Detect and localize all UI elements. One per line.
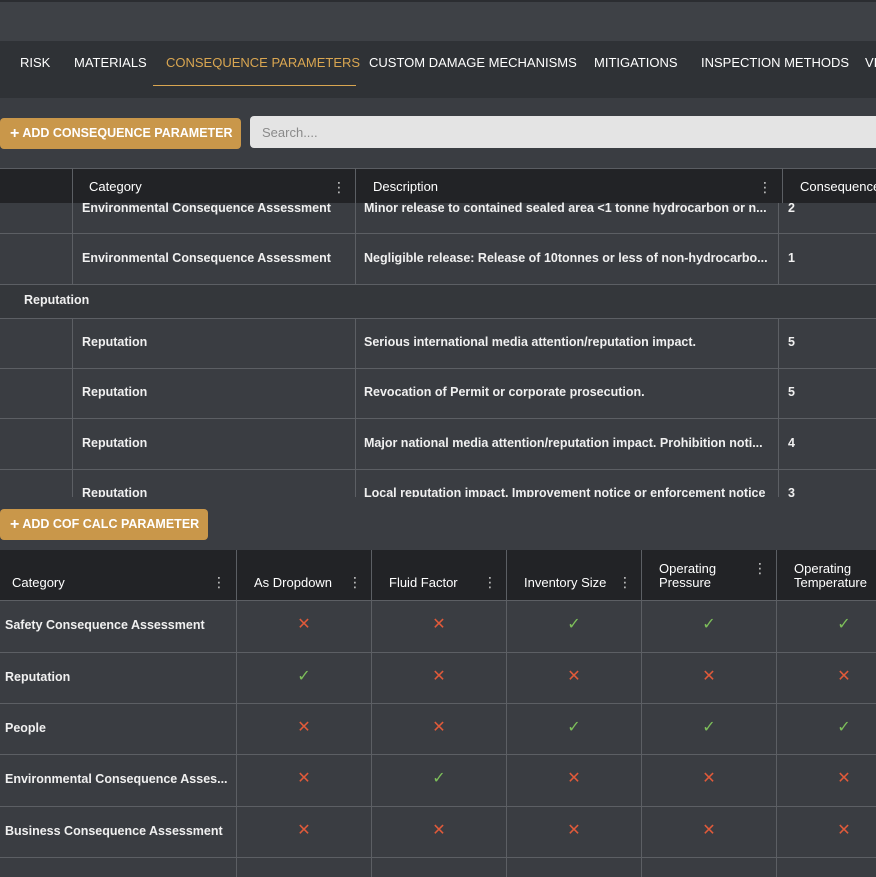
cross-icon: ✕ xyxy=(837,667,851,685)
row-category: People xyxy=(5,721,46,735)
cross-icon: ✕ xyxy=(837,821,851,839)
cross-icon: ✕ xyxy=(567,667,581,685)
cross-icon: ✕ xyxy=(297,769,311,787)
row-description: Local reputation impact. Improvement not… xyxy=(364,486,766,497)
row-consequence-value: 1 xyxy=(788,251,795,265)
row-description: Minor release to contained sealed area <… xyxy=(364,201,767,215)
row-category: Safety Consequence Assessment xyxy=(5,618,205,632)
check-icon: ✓ xyxy=(567,615,581,633)
row-description: Negligible release: Release of 10tonnes … xyxy=(364,251,768,265)
cross-icon: ✕ xyxy=(297,615,311,633)
kebab-menu-icon[interactable]: ⋮ xyxy=(618,575,632,589)
consequence-toolbar: + ADD CONSEQUENCE PARAMETER xyxy=(0,98,876,168)
check-icon: ✓ xyxy=(297,667,311,685)
cof-calc-parameters-grid: Category ⋮ As Dropdown ⋮ Fluid Factor ⋮ … xyxy=(0,550,876,877)
tab-consequence-parameters[interactable]: CONSEQUENCE PARAMETERS xyxy=(166,55,360,70)
tab-materials[interactable]: MATERIALS xyxy=(74,55,147,70)
add-consequence-parameter-button[interactable]: + ADD CONSEQUENCE PARAMETER xyxy=(0,118,241,149)
cross-icon: ✕ xyxy=(567,769,581,787)
kebab-menu-icon[interactable]: ⋮ xyxy=(348,575,362,589)
check-icon: ✓ xyxy=(702,615,716,633)
check-icon: ✓ xyxy=(567,718,581,736)
app-header-bar xyxy=(0,0,876,41)
grid-header: Category ⋮ Description ⋮ Consequence xyxy=(0,168,876,203)
kebab-menu-icon[interactable]: ⋮ xyxy=(483,575,497,589)
column-header-operating-pressure[interactable]: Operating Pressure xyxy=(659,562,739,590)
column-header-consequence[interactable]: Consequence xyxy=(800,169,876,204)
plus-icon: + xyxy=(10,125,20,142)
kebab-menu-icon[interactable]: ⋮ xyxy=(212,575,226,589)
row-description: Revocation of Permit or corporate prosec… xyxy=(364,385,645,399)
tab-bar: RISK MATERIALS CONSEQUENCE PARAMETERS CU… xyxy=(0,41,876,98)
row-consequence-value: 3 xyxy=(788,486,795,497)
row-consequence-value: 5 xyxy=(788,385,795,399)
tab-vi[interactable]: VI xyxy=(865,55,876,70)
row-category: Reputation xyxy=(82,436,148,450)
row-consequence-value: 5 xyxy=(788,335,795,349)
column-header-operating-temperature[interactable]: Operating Temperature xyxy=(794,562,876,590)
cross-icon: ✕ xyxy=(837,769,851,787)
row-category: Reputation xyxy=(82,335,148,349)
cross-icon: ✕ xyxy=(702,667,716,685)
cross-icon: ✕ xyxy=(567,821,581,839)
search-input[interactable] xyxy=(250,116,876,148)
row-category: Reputation xyxy=(82,385,148,399)
column-header-inventory-size[interactable]: Inventory Size xyxy=(524,576,606,590)
column-header-category[interactable]: Category xyxy=(12,576,65,590)
row-category: Environmental Consequence Assessment xyxy=(82,201,331,215)
active-tab-indicator xyxy=(153,85,356,86)
consequence-parameters-grid: Category ⋮ Description ⋮ Consequence Env… xyxy=(0,168,876,497)
column-header-as-dropdown[interactable]: As Dropdown xyxy=(254,576,332,590)
row-category: Reputation xyxy=(82,486,148,497)
row-description: Major national media attention/reputatio… xyxy=(364,436,763,450)
tab-custom-damage-mechanisms[interactable]: CUSTOM DAMAGE MECHANISMS xyxy=(369,55,577,70)
column-header-category[interactable]: Category xyxy=(89,169,142,204)
column-header-fluid-factor[interactable]: Fluid Factor xyxy=(389,576,458,590)
column-header-description[interactable]: Description xyxy=(373,169,438,204)
check-icon: ✓ xyxy=(837,615,851,633)
check-icon: ✓ xyxy=(432,769,446,787)
cross-icon: ✕ xyxy=(432,667,446,685)
cross-icon: ✕ xyxy=(702,821,716,839)
cross-icon: ✕ xyxy=(702,769,716,787)
row-category: Reputation xyxy=(5,670,71,684)
row-category: Environmental Consequence Assessment xyxy=(82,251,331,265)
row-description: Serious international media attention/re… xyxy=(364,335,696,349)
check-icon: ✓ xyxy=(702,718,716,736)
row-consequence-value: 2 xyxy=(788,201,795,215)
kebab-menu-icon[interactable]: ⋮ xyxy=(753,561,767,575)
plus-icon: + xyxy=(10,516,20,533)
add-consequence-parameter-label: ADD CONSEQUENCE PARAMETER xyxy=(22,126,233,140)
kebab-menu-icon[interactable]: ⋮ xyxy=(332,180,346,194)
cross-icon: ✕ xyxy=(432,821,446,839)
check-icon: ✓ xyxy=(837,718,851,736)
add-cof-calc-parameter-button[interactable]: + ADD COF CALC PARAMETER xyxy=(0,509,208,540)
tab-inspection-methods[interactable]: INSPECTION METHODS xyxy=(701,55,849,70)
cross-icon: ✕ xyxy=(297,821,311,839)
kebab-menu-icon[interactable]: ⋮ xyxy=(758,180,772,194)
group-label: Reputation xyxy=(24,293,90,307)
group-row-reputation[interactable]: Reputation xyxy=(0,285,876,318)
tab-risk[interactable]: RISK xyxy=(20,55,50,70)
cross-icon: ✕ xyxy=(432,718,446,736)
tab-mitigations[interactable]: MITIGATIONS xyxy=(594,55,678,70)
grid-header: Category ⋮ As Dropdown ⋮ Fluid Factor ⋮ … xyxy=(0,550,876,600)
row-consequence-value: 4 xyxy=(788,436,795,450)
row-category: Environmental Consequence Asses... xyxy=(5,772,228,786)
add-cof-calc-parameter-label: ADD COF CALC PARAMETER xyxy=(22,517,200,531)
row-category: Business Consequence Assessment xyxy=(5,824,223,838)
cross-icon: ✕ xyxy=(297,718,311,736)
cross-icon: ✕ xyxy=(432,615,446,633)
